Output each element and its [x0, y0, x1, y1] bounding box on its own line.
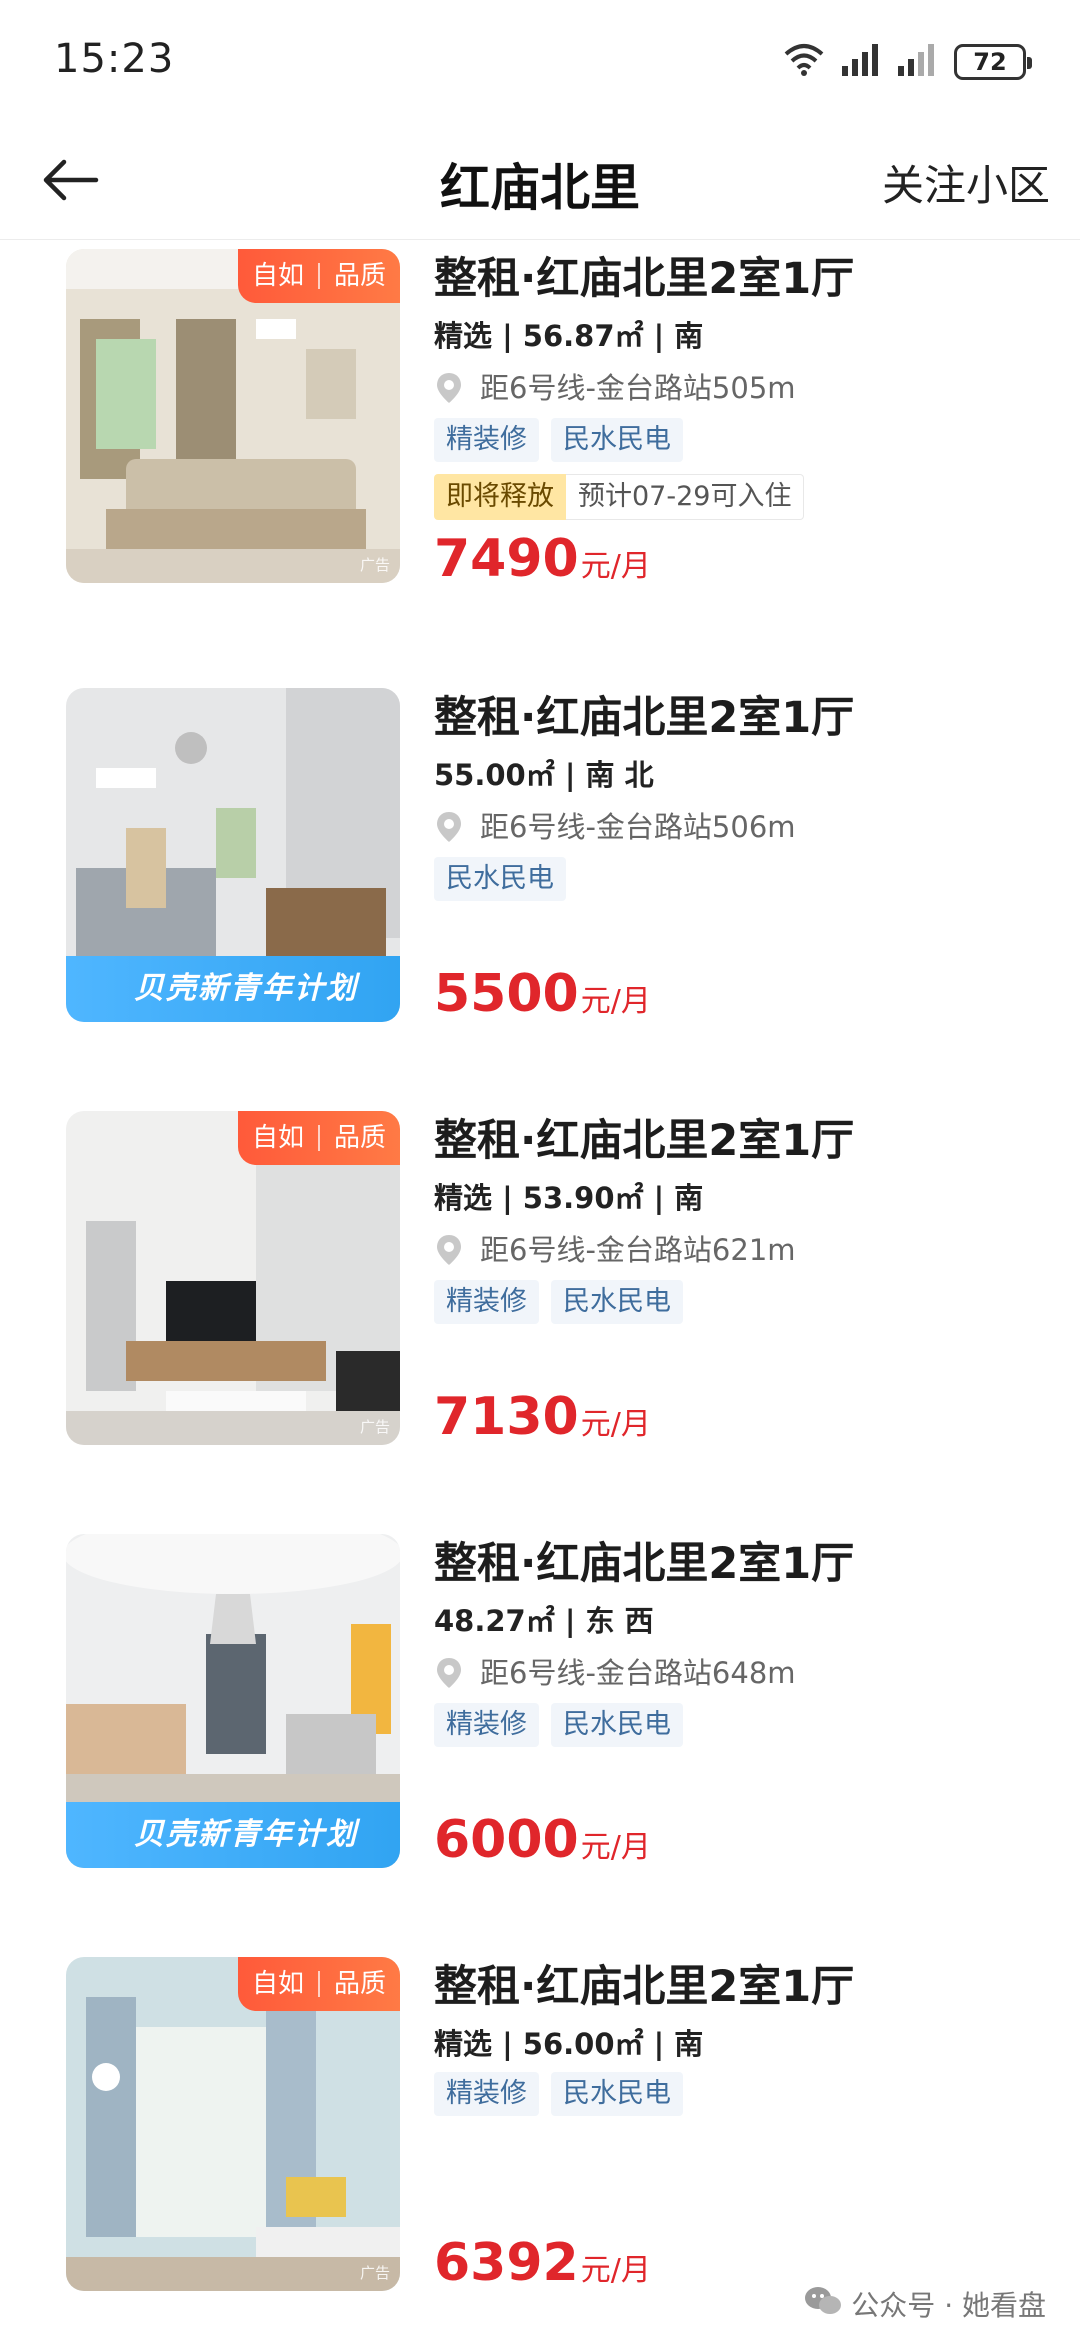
feature-tag: 民水民电: [434, 857, 566, 901]
listing-info: 整租·红庙北里2室1厅 55.00㎡ | 南 北 距6号线-金台路站506m 民…: [434, 688, 1054, 904]
listing-list: 自如 品质 广告 整租·红庙北里2室1厅 精选 | 56.87㎡ | 南 距6号…: [0, 241, 1080, 2331]
feature-tag: 精装修: [434, 1703, 539, 1747]
release-info: 即将释放 预计07-29可入住: [434, 469, 1054, 525]
listing-meta: 精选 | 53.90㎡ | 南: [434, 1181, 704, 1215]
price-value: 7130: [434, 1387, 579, 1447]
distance-text: 距6号线-金台路站506m: [480, 810, 796, 844]
listing-card[interactable]: 自如 品质 广告 整租·红庙北里2室1厅 精选 | 53.90㎡ | 南 距6号…: [0, 1087, 1080, 1510]
listing-meta: 精选 | 56.00㎡ | 南: [434, 2027, 704, 2061]
feature-tag: 精装修: [434, 1280, 539, 1324]
feature-tag: 民水民电: [551, 418, 683, 462]
watermark: 公众号 · 她看盘: [803, 2284, 1046, 2324]
badge-group: 自如 品质: [237, 1957, 400, 2011]
listing-meta: 精选 | 56.87㎡ | 南: [434, 319, 704, 353]
listing-photo[interactable]: 贝壳新青年计划: [66, 1534, 400, 1868]
distance-text: 距6号线-金台路站621m: [480, 1233, 796, 1267]
price-value: 6000: [434, 1810, 579, 1870]
listing-distance: 距6号线-金台路站648m: [434, 1646, 1054, 1700]
distance-text: 距6号线-金台路站505m: [480, 371, 796, 405]
feature-tags: 精装修 民水民电: [434, 1700, 1054, 1750]
feature-tag: 精装修: [434, 418, 539, 462]
listing-title: 整租·红庙北里2室1厅: [434, 254, 855, 304]
listing-info: 整租·红庙北里2室1厅 精选 | 56.00㎡ | 南 精装修 民水民电: [434, 1957, 1054, 2119]
location-pin-icon: [434, 810, 464, 844]
follow-community-button[interactable]: 关注小区: [882, 152, 1050, 213]
status-time: 15:23: [54, 36, 175, 82]
listing-distance: 距6号线-金台路站621m: [434, 1223, 1054, 1277]
location-pin-icon: [434, 1233, 464, 1267]
distance-text: 距6号线-金台路站648m: [480, 1656, 796, 1690]
feature-tags: 精装修 民水民电: [434, 1277, 1054, 1327]
price-unit: 元/月: [580, 2253, 651, 2288]
listing-info: 整租·红庙北里2室1厅 精选 | 53.90㎡ | 南 距6号线-金台路站621…: [434, 1111, 1054, 1327]
promo-banner: 贝壳新青年计划: [66, 1802, 400, 1868]
listing-info: 整租·红庙北里2室1厅 精选 | 56.87㎡ | 南 距6号线-金台路站505…: [434, 249, 1054, 525]
feature-tags: 精装修 民水民电: [434, 415, 1054, 465]
watermark-text: 公众号 · 她看盘: [851, 2289, 1046, 2322]
status-bar: 15:23 72: [0, 0, 1080, 120]
ziroom-badge: 自如: [251, 1969, 304, 1999]
price-value: 7490: [434, 529, 579, 589]
listing-title: 整租·红庙北里2室1厅: [434, 693, 855, 743]
feature-tags: 民水民电: [434, 854, 1054, 904]
listing-title: 整租·红庙北里2室1厅: [434, 1116, 855, 1166]
feature-tag: 精装修: [434, 2072, 539, 2116]
listing-distance: 距6号线-金台路站505m: [434, 361, 1054, 415]
listing-price: 6000 元/月: [434, 1810, 651, 1870]
listing-price: 5500 元/月: [434, 964, 651, 1024]
badge-group: 自如 品质: [237, 1111, 400, 1165]
feature-tag: 民水民电: [551, 1703, 683, 1747]
listing-photo[interactable]: 自如 品质 广告: [66, 1957, 400, 2291]
ziroom-badge: 自如: [251, 261, 304, 291]
ziroom-badge: 自如: [251, 1123, 304, 1153]
ad-label: 广告: [359, 556, 390, 574]
quality-badge: 品质: [333, 1123, 386, 1153]
feature-tag: 民水民电: [551, 2072, 683, 2116]
location-pin-icon: [434, 371, 464, 405]
feature-tag: 民水民电: [551, 1280, 683, 1324]
price-unit: 元/月: [580, 1407, 651, 1442]
wifi-icon: [782, 42, 826, 82]
badge-group: 自如 品质: [237, 249, 400, 303]
price-unit: 元/月: [580, 549, 651, 584]
listing-price: 6392 元/月: [434, 2233, 651, 2293]
listing-meta: 48.27㎡ | 东 西: [434, 1604, 654, 1638]
signal-icon: [842, 44, 882, 80]
listing-card[interactable]: 贝壳新青年计划 整租·红庙北里2室1厅 48.27㎡ | 东 西 距6号线-金台…: [0, 1510, 1080, 1933]
listing-price: 7130 元/月: [434, 1387, 651, 1447]
release-tag: 即将释放: [434, 474, 566, 520]
price-unit: 元/月: [580, 984, 651, 1019]
ad-label: 广告: [359, 2264, 390, 2282]
wechat-icon: [803, 2285, 843, 2324]
listing-price: 7490 元/月: [434, 529, 651, 589]
feature-tags: 精装修 民水民电: [434, 2069, 1054, 2119]
listing-card[interactable]: 自如 品质 广告 整租·红庙北里2室1厅 精选 | 56.00㎡ | 南 精装修…: [0, 1933, 1080, 2331]
listing-photo[interactable]: 贝壳新青年计划: [66, 688, 400, 1022]
listing-info: 整租·红庙北里2室1厅 48.27㎡ | 东 西 距6号线-金台路站648m 精…: [434, 1534, 1054, 1750]
listing-card[interactable]: 自如 品质 广告 整租·红庙北里2室1厅 精选 | 56.87㎡ | 南 距6号…: [0, 241, 1080, 664]
listing-title: 整租·红庙北里2室1厅: [434, 1539, 855, 1589]
listing-photo[interactable]: 自如 品质 广告: [66, 1111, 400, 1445]
promo-banner: 贝壳新青年计划: [66, 956, 400, 1022]
quality-badge: 品质: [333, 261, 386, 291]
ad-label: 广告: [359, 1418, 390, 1436]
quality-badge: 品质: [333, 1969, 386, 1999]
release-date: 预计07-29可入住: [566, 474, 805, 520]
listing-distance: 距6号线-金台路站506m: [434, 800, 1054, 854]
listing-photo[interactable]: 自如 品质 广告: [66, 249, 400, 583]
price-value: 5500: [434, 964, 579, 1024]
listing-meta: 55.00㎡ | 南 北: [434, 758, 654, 792]
location-pin-icon: [434, 1656, 464, 1690]
price-value: 6392: [434, 2233, 579, 2293]
status-icons: 72: [782, 40, 1032, 84]
signal-icon-2: [898, 44, 938, 80]
price-unit: 元/月: [580, 1830, 651, 1865]
listing-title: 整租·红庙北里2室1厅: [434, 1962, 855, 2012]
nav-header: 红庙北里 关注小区: [0, 120, 1080, 240]
listing-card[interactable]: 贝壳新青年计划 整租·红庙北里2室1厅 55.00㎡ | 南 北 距6号线-金台…: [0, 664, 1080, 1087]
battery-indicator: 72: [954, 44, 1032, 80]
